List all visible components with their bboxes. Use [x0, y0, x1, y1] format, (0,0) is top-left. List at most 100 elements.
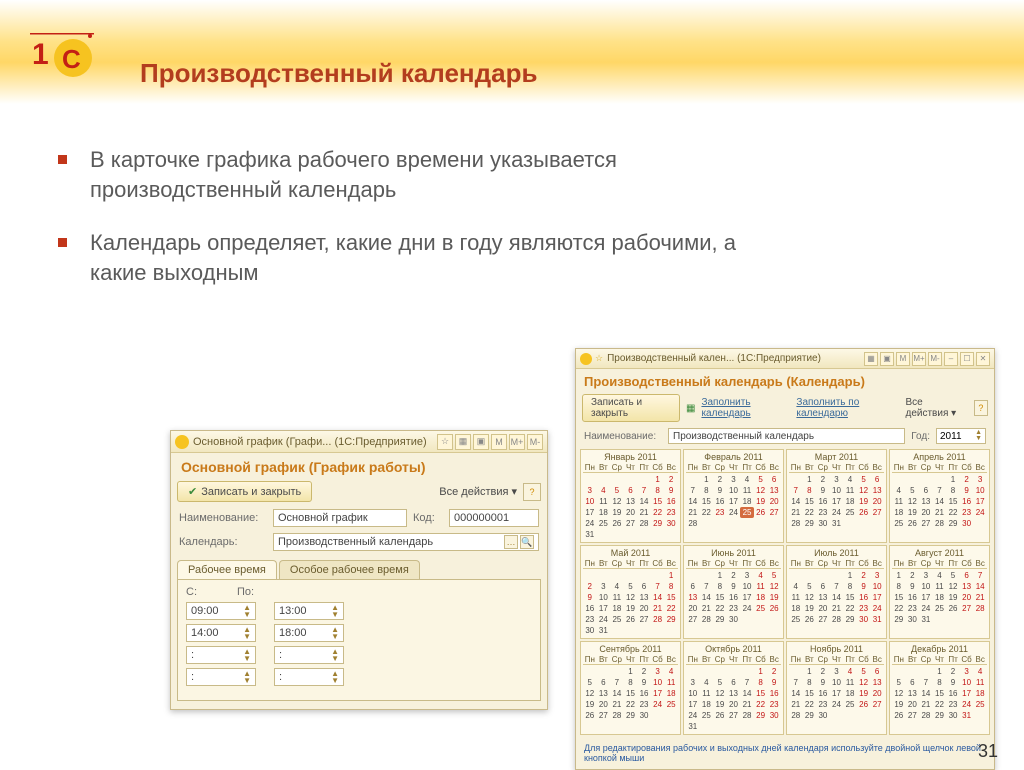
calendar-day[interactable]: 28: [651, 614, 665, 625]
calendar-day[interactable]: 24: [686, 710, 700, 721]
calendar-day[interactable]: 15: [664, 592, 678, 603]
titlebar-tool-icon[interactable]: ▦: [864, 352, 878, 366]
save-close-button[interactable]: ✔ Записать и закрыть: [177, 481, 312, 502]
calendar-day[interactable]: 5: [857, 666, 871, 677]
calendar-day[interactable]: 10: [960, 677, 974, 688]
calendar-day[interactable]: 17: [583, 507, 597, 518]
calendar-day[interactable]: 14: [830, 592, 844, 603]
calendar-day[interactable]: 3: [830, 474, 844, 485]
calendar-day[interactable]: 2: [583, 581, 597, 592]
calendar-day[interactable]: 6: [870, 666, 884, 677]
calendar-day[interactable]: 27: [597, 710, 611, 721]
calendar-day[interactable]: 26: [754, 507, 768, 518]
calendar-day[interactable]: 16: [960, 496, 974, 507]
calendar-day[interactable]: 1: [803, 474, 817, 485]
calendar-day[interactable]: 1: [933, 666, 947, 677]
calendar-day[interactable]: 19: [713, 699, 727, 710]
calendar-day[interactable]: 28: [789, 518, 803, 529]
calendar-day[interactable]: 3: [960, 666, 974, 677]
calendar-day[interactable]: 8: [664, 581, 678, 592]
calendar-day[interactable]: 29: [933, 710, 947, 721]
all-actions-dropdown[interactable]: Все действия ▾: [439, 485, 517, 498]
calendar-day[interactable]: 19: [857, 688, 871, 699]
calendar-day[interactable]: 28: [740, 710, 754, 721]
calendar-day[interactable]: 3: [973, 474, 987, 485]
calendar-day[interactable]: 1: [892, 570, 906, 581]
calendar-day[interactable]: 26: [610, 518, 624, 529]
calendar-day[interactable]: 20: [919, 507, 933, 518]
calendar-day[interactable]: 30: [727, 614, 741, 625]
calendar-day[interactable]: 7: [637, 485, 651, 496]
fill-calendar-link[interactable]: Заполнить календарь: [701, 397, 790, 419]
calendar-day[interactable]: 12: [767, 581, 781, 592]
calendar-day[interactable]: 16: [767, 688, 781, 699]
calendar-day[interactable]: 28: [933, 518, 947, 529]
calendar-day[interactable]: 16: [816, 496, 830, 507]
calendar-day[interactable]: 26: [906, 518, 920, 529]
calendar-day[interactable]: 18: [843, 688, 857, 699]
calendar-day[interactable]: 26: [857, 699, 871, 710]
calendar-day[interactable]: 19: [892, 699, 906, 710]
calendar-day[interactable]: 31: [919, 614, 933, 625]
calendar-day[interactable]: 12: [857, 485, 871, 496]
calendar-day[interactable]: 17: [740, 592, 754, 603]
calendar-day[interactable]: 23: [767, 699, 781, 710]
all-actions-dropdown[interactable]: Все действия ▾: [905, 397, 967, 419]
calendar-day[interactable]: 19: [767, 592, 781, 603]
calendar-day[interactable]: 19: [946, 592, 960, 603]
fill-by-calendar-link[interactable]: Заполнить по календарю: [796, 397, 899, 419]
calendar-day[interactable]: 28: [919, 710, 933, 721]
calendar-day[interactable]: 17: [597, 603, 611, 614]
calendar-day[interactable]: 11: [789, 592, 803, 603]
calendar-day[interactable]: 19: [610, 507, 624, 518]
calendar-day[interactable]: 31: [830, 518, 844, 529]
calendar-day[interactable]: 14: [686, 496, 700, 507]
calendar-day[interactable]: 11: [664, 677, 678, 688]
calendar-day[interactable]: 18: [700, 699, 714, 710]
calendar-day[interactable]: 28: [637, 518, 651, 529]
calendar-day[interactable]: 21: [789, 507, 803, 518]
calendar-day[interactable]: 10: [830, 677, 844, 688]
calendar-day[interactable]: 1: [843, 570, 857, 581]
calendar-day[interactable]: 16: [906, 592, 920, 603]
calendar-day[interactable]: 25: [754, 603, 768, 614]
calendar-day[interactable]: 23: [946, 699, 960, 710]
calendar-day[interactable]: 30: [960, 518, 974, 529]
calendar-day[interactable]: 20: [727, 699, 741, 710]
calendar-day[interactable]: 23: [816, 507, 830, 518]
calendar-day[interactable]: 13: [727, 688, 741, 699]
calendar-day[interactable]: 25: [843, 699, 857, 710]
calendar-day[interactable]: 16: [664, 496, 678, 507]
calendar-day[interactable]: 17: [686, 699, 700, 710]
calendar-day[interactable]: 2: [857, 570, 871, 581]
memory-button[interactable]: M: [491, 434, 507, 450]
calendar-day[interactable]: 14: [740, 688, 754, 699]
calendar-day[interactable]: 23: [583, 614, 597, 625]
calendar-day[interactable]: 7: [700, 581, 714, 592]
calendar-day[interactable]: 4: [843, 474, 857, 485]
calendar-day[interactable]: 2: [767, 666, 781, 677]
year-stepper[interactable]: 2011 ▲▼: [936, 428, 986, 444]
calendar-day[interactable]: 25: [933, 603, 947, 614]
calendar-day[interactable]: 21: [789, 699, 803, 710]
calendar-day[interactable]: 19: [754, 496, 768, 507]
calendar-day[interactable]: 3: [870, 570, 884, 581]
calendar-day[interactable]: 18: [740, 496, 754, 507]
calendar-day[interactable]: 17: [960, 688, 974, 699]
calendar-day[interactable]: 1: [803, 666, 817, 677]
calendar-day[interactable]: 18: [789, 603, 803, 614]
stepper-icon[interactable]: ▲▼: [975, 430, 982, 442]
calendar-day[interactable]: 24: [727, 507, 741, 518]
calendar-day[interactable]: 17: [651, 688, 665, 699]
memory-minus-button[interactable]: M-: [928, 352, 942, 366]
calendar-day[interactable]: 5: [803, 581, 817, 592]
calendar-day[interactable]: 25: [610, 614, 624, 625]
calendar-day[interactable]: 26: [583, 710, 597, 721]
time-field[interactable]: 14:00▲▼: [186, 624, 256, 642]
help-button[interactable]: ?: [523, 483, 541, 501]
calendar-day[interactable]: 7: [830, 581, 844, 592]
calendar-day[interactable]: 27: [919, 518, 933, 529]
calendar-day[interactable]: 25: [843, 507, 857, 518]
calendar-day[interactable]: 29: [803, 518, 817, 529]
calendar-day[interactable]: 29: [803, 710, 817, 721]
